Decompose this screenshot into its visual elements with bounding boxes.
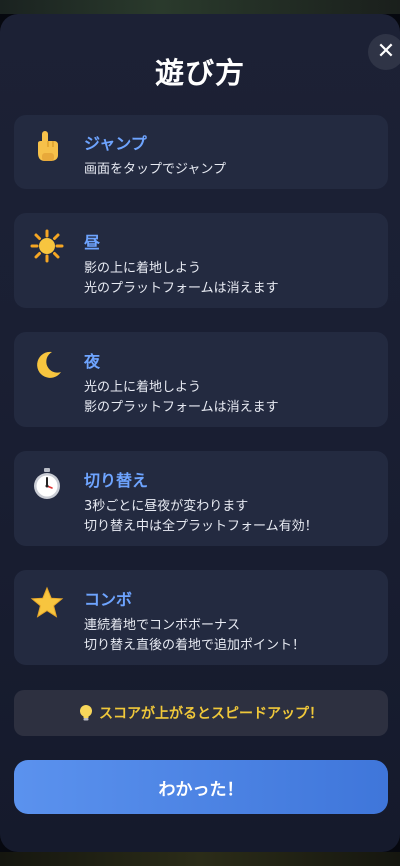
tip-text: スコアが上がるとスピードアップ！: [99, 706, 323, 722]
rule-title: ジャンプ: [84, 134, 147, 153]
rule-text: 光の上に着地しよう: [84, 380, 202, 395]
sun-icon: [30, 229, 64, 263]
rule-card-jump: ジャンプ 画面をタップでジャンプ: [14, 115, 388, 189]
rule-text: 画面をタップでジャンプ: [84, 162, 226, 177]
rule-card-day: 昼 影の上に着地しよう 光のプラットフォームは消えます: [14, 213, 388, 308]
stopwatch-icon: [30, 467, 64, 501]
background-game-bottom: [0, 852, 400, 866]
rule-text: 影の上に着地しよう: [84, 261, 202, 276]
rule-text: 光のプラットフォームは消えます: [84, 281, 279, 296]
star-icon: [30, 586, 64, 620]
rule-text: 3秒ごとに昼夜が変わります: [84, 499, 249, 514]
background-game-top: [0, 0, 400, 14]
rule-text: 切り替え中は全プラットフォーム有効！: [84, 519, 318, 534]
how-to-play-modal: ✕ 遊び方 ジャンプ 画面をタップでジャンプ 昼 影の上に着地しよう 光のプラッ…: [0, 14, 400, 852]
rule-title: 夜: [84, 352, 101, 371]
rule-card-night: 夜 光の上に着地しよう 影のプラットフォームは消えます: [14, 332, 388, 427]
pointing-finger-icon: [30, 129, 64, 163]
rule-text: 連続着地でコンボボーナス: [84, 618, 241, 633]
speed-tip: スコアが上がるとスピードアップ！: [14, 690, 388, 736]
rule-text: 影のプラットフォームは消えます: [84, 400, 279, 415]
rule-title: 切り替え: [84, 471, 149, 490]
got-it-button[interactable]: わかった！: [14, 760, 388, 814]
modal-title: 遊び方: [154, 56, 245, 90]
rule-text: 切り替え直後の着地で追加ポイント！: [84, 638, 306, 653]
rule-card-combo: コンボ 連続着地でコンボボーナス 切り替え直後の着地で追加ポイント！: [14, 570, 388, 665]
rule-title: コンボ: [84, 590, 133, 609]
moon-icon: [30, 348, 64, 382]
rule-card-switch: 切り替え 3秒ごとに昼夜が変わります 切り替え中は全プラットフォーム有効！: [14, 451, 388, 546]
lightbulb-icon: [79, 704, 93, 722]
rule-title: 昼: [84, 233, 101, 252]
